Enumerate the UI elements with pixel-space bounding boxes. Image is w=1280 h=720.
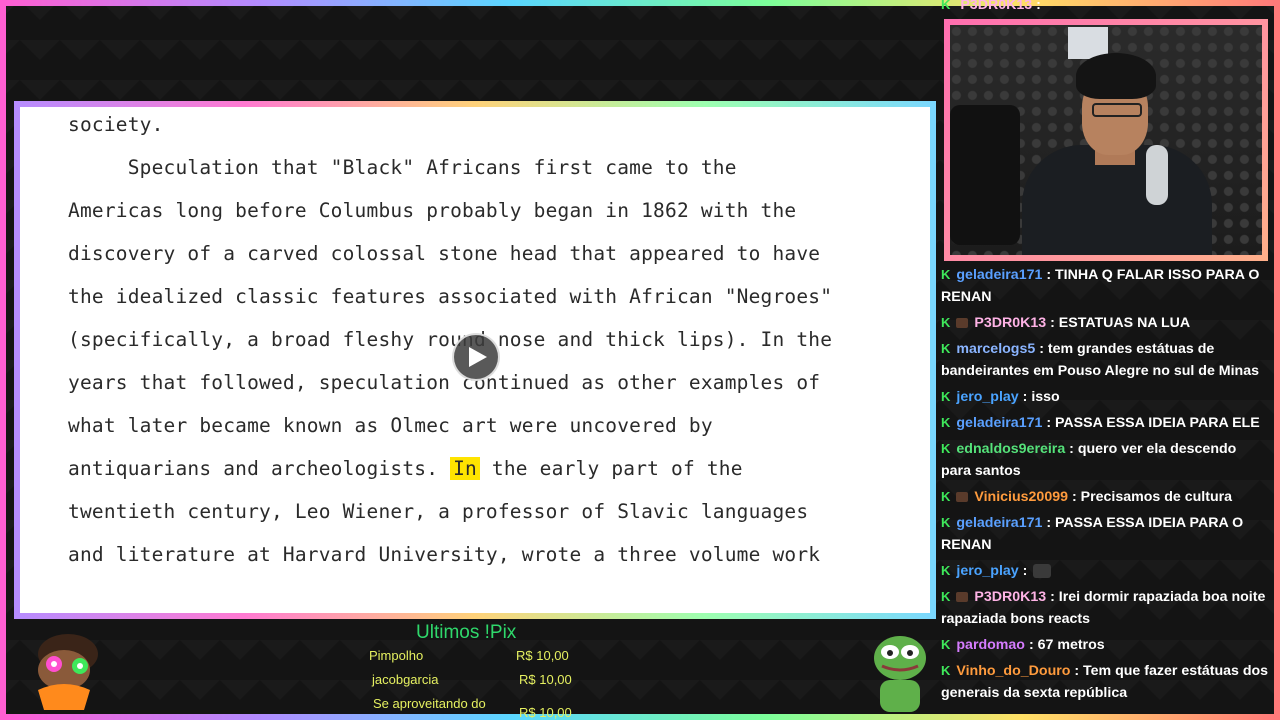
kick-icon: K bbox=[941, 389, 951, 404]
chat-message: Kjero_play : bbox=[938, 558, 1274, 584]
chat-message: Kgeladeira171 : PASSA ESSA IDEIA PARA O … bbox=[938, 510, 1274, 558]
pix-panel: Ultimos !Pix Pimpolho R$ 10,00 jacobgarc… bbox=[360, 622, 590, 720]
webcam-frame bbox=[944, 19, 1268, 261]
streamer-hair bbox=[1076, 53, 1156, 99]
kick-icon: K bbox=[941, 0, 951, 12]
subscriber-badge-icon bbox=[956, 318, 969, 329]
play-button[interactable] bbox=[452, 333, 500, 381]
chat-message: Kmarcelogs5 : tem grandes estátuas de ba… bbox=[938, 336, 1274, 384]
chat-text: : isso bbox=[1022, 389, 1060, 405]
subscriber-badge-icon bbox=[956, 592, 969, 603]
chat-username[interactable]: marcelogs5 bbox=[956, 341, 1035, 357]
chat-message: Kednaldos9ereira : quero ver ela descend… bbox=[938, 436, 1274, 484]
doc-text: antiquarians and archeologists. bbox=[68, 457, 451, 480]
mascot-character-icon bbox=[38, 634, 98, 710]
chat-username[interactable]: jero_play bbox=[956, 389, 1018, 405]
highlighted-word: In bbox=[450, 457, 480, 480]
doc-line: Speculation that "Black" Africans first … bbox=[68, 156, 737, 179]
chat-message: Kjero_play : isso bbox=[938, 384, 1274, 410]
play-icon bbox=[469, 347, 487, 367]
subscriber-badge-icon bbox=[956, 492, 969, 503]
doc-line: Americas long before Columbus probably b… bbox=[68, 199, 797, 222]
chat-text: : Precisamos de cultura bbox=[1071, 489, 1233, 505]
pix-name: Pimpolho bbox=[369, 648, 424, 663]
chat-message: K P3DR0K13 : Irei dormir rapaziada boa no… bbox=[938, 584, 1274, 632]
doc-line: discovery of a carved colossal stone hea… bbox=[68, 242, 821, 265]
chat-text: : PASSA ESSA IDEIA PARA ELE bbox=[1046, 415, 1260, 431]
kick-icon: K bbox=[941, 315, 951, 330]
chat-message: K P3DR0K13 : ESTATUAS NA LUA bbox=[938, 310, 1274, 336]
chat-text: : bbox=[1022, 563, 1028, 579]
chat-message: K Vinicius20099 : Precisamos de cultura bbox=[938, 484, 1274, 510]
kick-icon: K bbox=[941, 515, 951, 530]
chat-username[interactable]: jero_play bbox=[956, 563, 1018, 579]
doc-line: society. bbox=[68, 113, 164, 136]
microphone bbox=[1146, 145, 1168, 205]
chat-username[interactable]: P3DR0K13 bbox=[974, 315, 1046, 331]
pix-amount: R$ 10,00 bbox=[519, 672, 572, 687]
pix-name: Se aproveitando do bbox=[373, 696, 486, 711]
chat-message: Kgeladeira171 : PASSA ESSA IDEIA PARA EL… bbox=[938, 410, 1274, 436]
pix-amount: R$ 10,00 bbox=[519, 705, 572, 720]
chat-text: : 67 metros bbox=[1028, 637, 1105, 653]
chat-message: K Vinho_do_Douro : Tem que fazer estátuas… bbox=[938, 658, 1274, 706]
chat-username[interactable]: pardomao bbox=[956, 637, 1025, 653]
chat-top-fragment: K P3DR0K13 : bbox=[938, 0, 1274, 14]
doc-line: antiquarians and archeologists. In the e… bbox=[68, 457, 743, 480]
chat-message: Kpardomao : 67 metros bbox=[938, 632, 1274, 658]
document-page: society. Speculation that "Black" Africa… bbox=[20, 107, 930, 613]
chat-message: Kgeladeira171 : TINHA Q FALAR ISSO PARA … bbox=[938, 262, 1274, 310]
pix-name: jacobgarcia bbox=[372, 672, 439, 687]
kick-icon: K bbox=[941, 415, 951, 430]
chat-username[interactable]: geladeira171 bbox=[956, 267, 1042, 283]
doc-line: years that followed, speculation continu… bbox=[68, 371, 821, 394]
doc-line: what later became known as Olmec art wer… bbox=[68, 414, 713, 437]
chat-text: : ESTATUAS NA LUA bbox=[1050, 315, 1191, 331]
chair bbox=[950, 105, 1020, 245]
chat-username[interactable]: geladeira171 bbox=[956, 415, 1042, 431]
webcam-feed bbox=[950, 25, 1262, 255]
doc-text: the early part of the bbox=[479, 457, 743, 480]
kick-icon: K bbox=[941, 563, 951, 578]
chat-username[interactable]: geladeira171 bbox=[956, 515, 1042, 531]
document-frame: society. Speculation that "Black" Africa… bbox=[14, 101, 936, 619]
doc-line: and literature at Harvard University, wr… bbox=[68, 543, 821, 566]
chat-username[interactable]: Vinicius20099 bbox=[974, 489, 1068, 505]
pix-title: Ultimos !Pix bbox=[416, 622, 517, 643]
emote-icon bbox=[1033, 564, 1052, 579]
pix-amount: R$ 10,00 bbox=[516, 648, 569, 663]
doc-line: twentieth century, Leo Wiener, a profess… bbox=[68, 500, 809, 523]
chat-username[interactable]: P3DR0K13 bbox=[974, 589, 1046, 605]
chat-text: : bbox=[1036, 0, 1041, 13]
kick-icon: K bbox=[941, 341, 951, 356]
doc-line: (specifically, a broad fleshy round nose… bbox=[68, 328, 833, 351]
chat-panel: Kgeladeira171 : TINHA Q FALAR ISSO PARA … bbox=[938, 262, 1274, 720]
pepe-frog-icon bbox=[874, 636, 926, 712]
chat-username[interactable]: Vinho_do_Douro bbox=[956, 663, 1070, 679]
doc-line: the idealized classic features associate… bbox=[68, 285, 833, 308]
kick-icon: K bbox=[941, 589, 951, 604]
kick-icon: K bbox=[941, 489, 951, 504]
chat-username[interactable]: P3DR0K13 bbox=[960, 0, 1032, 13]
kick-icon: K bbox=[941, 441, 951, 456]
kick-icon: K bbox=[941, 637, 951, 652]
glasses bbox=[1092, 103, 1142, 117]
chat-username[interactable]: ednaldos9ereira bbox=[956, 441, 1065, 457]
kick-icon: K bbox=[941, 663, 951, 678]
kick-icon: K bbox=[941, 267, 951, 282]
